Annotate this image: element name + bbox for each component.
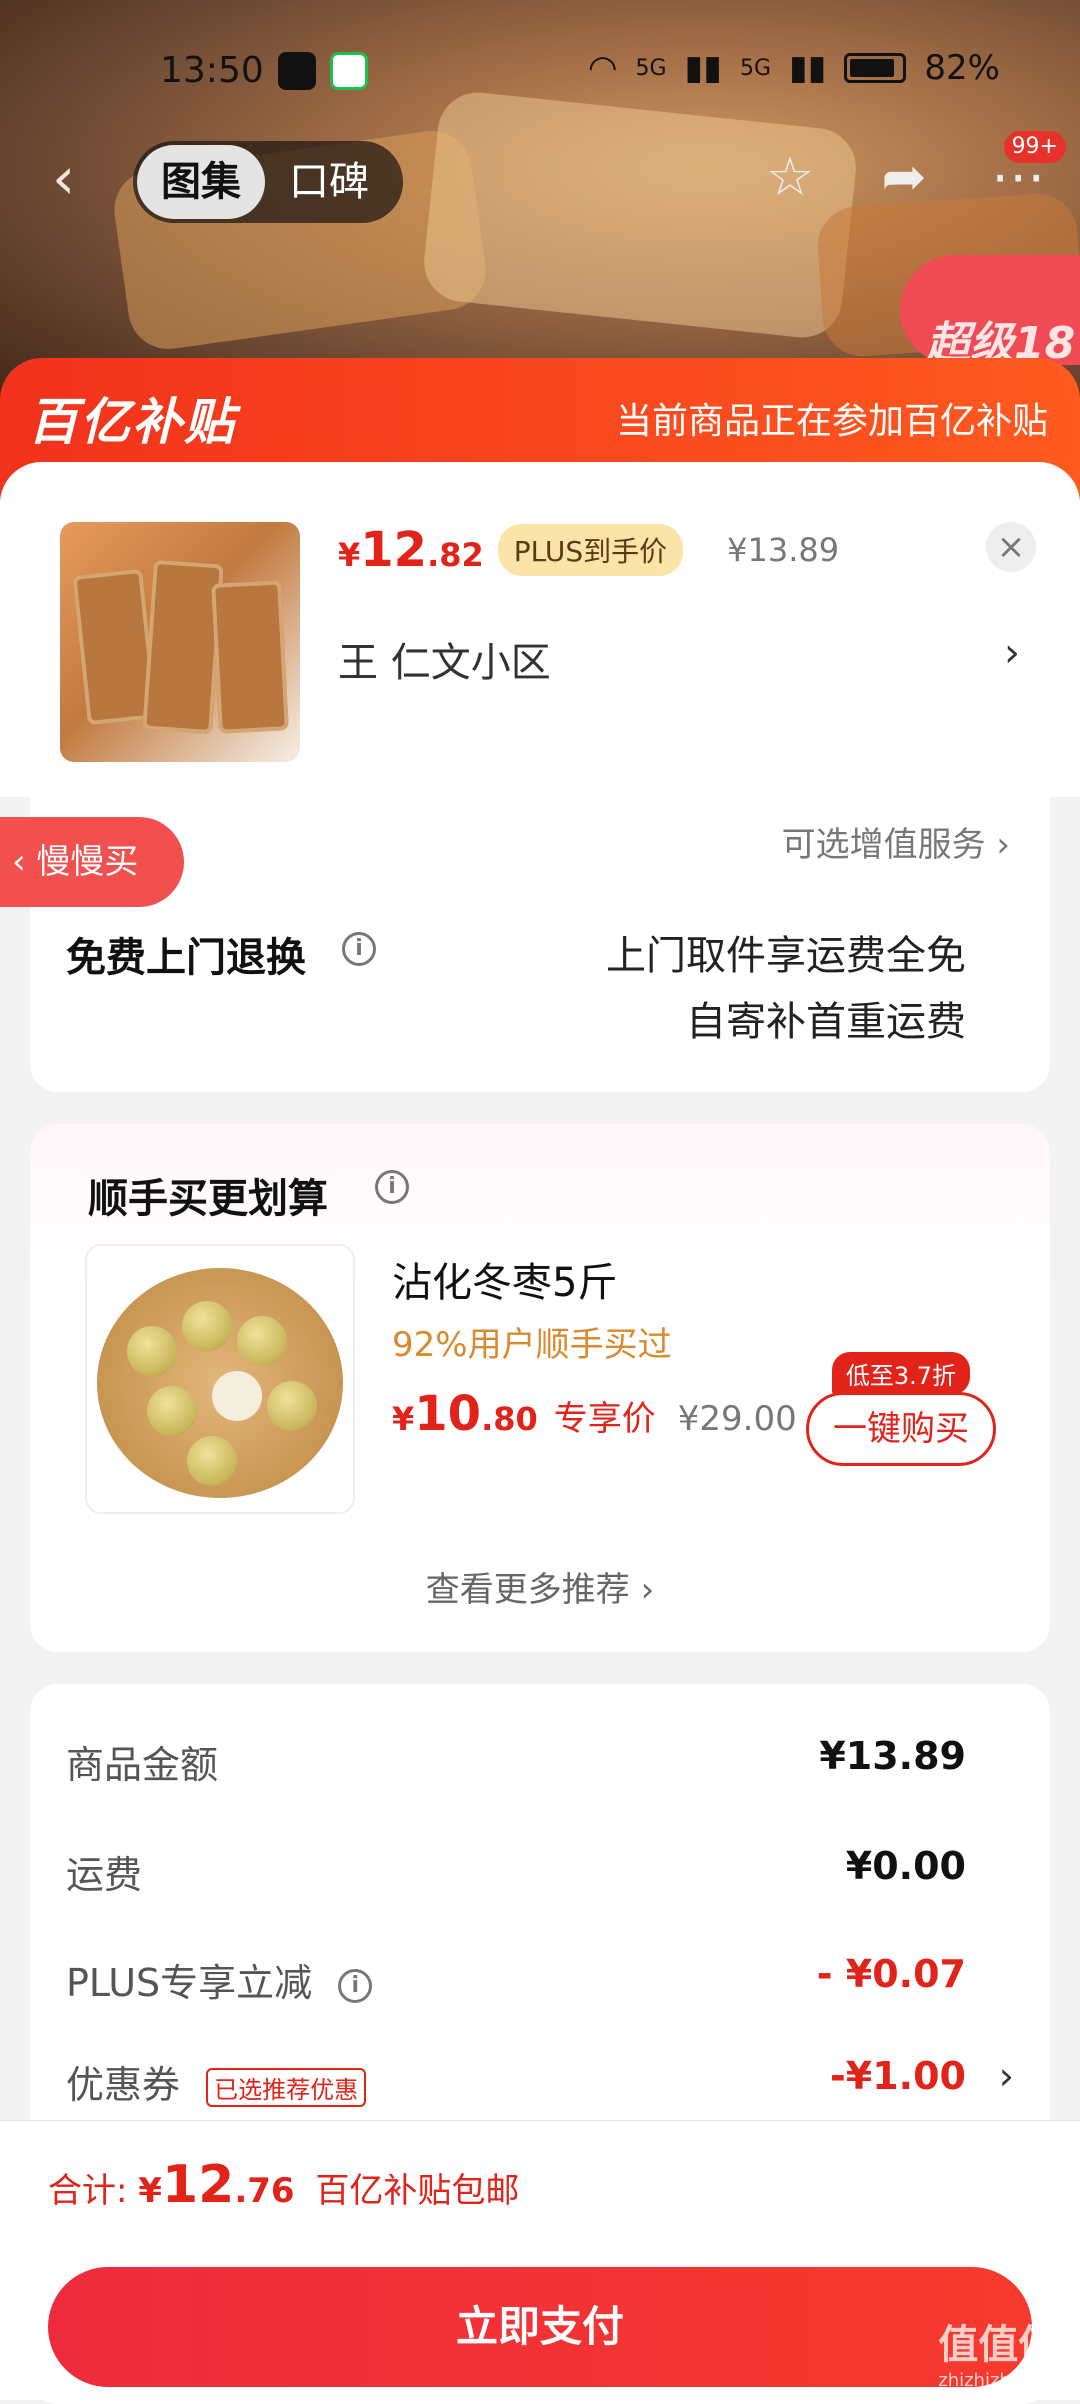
close-icon[interactable]: × — [986, 522, 1036, 572]
coupon-tag: 已选推荐优惠 — [206, 2068, 367, 2107]
original-price: ¥13.89 — [727, 531, 840, 569]
checkout-footer: 合计: ¥12.76 百亿补贴包邮 立即支付 — [0, 2120, 1080, 2400]
order-total: 合计: ¥12.76 百亿补贴包邮 — [48, 2155, 520, 2215]
status-time: 13:50 — [160, 50, 264, 91]
battery-icon — [844, 53, 907, 83]
more-icon[interactable]: ⋯ 99+ — [986, 131, 1066, 209]
summary-row-goods: 商品金额 ¥13.89 — [66, 1734, 1014, 1789]
nav-actions: ☆ ➦ ⋯ 99+ — [758, 131, 1066, 209]
tab-gallery[interactable]: 图集 — [137, 145, 265, 219]
recommend-price-row: ¥10.80 专享价 ¥29.00 — [392, 1386, 797, 1442]
tab-reviews[interactable]: 口碑 — [265, 145, 393, 219]
info-icon[interactable]: i — [338, 1968, 373, 2003]
tiktok-app-icon — [278, 52, 316, 90]
one-click-buy-button[interactable]: 一键购买 — [806, 1392, 996, 1466]
subsidy-logo: 百亿补贴 — [28, 393, 236, 451]
service-desc-line1: 上门取件享运费全免 — [606, 933, 966, 979]
exclusive-price-label: 专享价 — [553, 1399, 656, 1439]
jujube — [212, 1371, 262, 1421]
info-icon[interactable]: i — [342, 932, 376, 966]
checkout-sheet: ¥12.82 PLUS到手价 ¥13.89 × 王 仁文小区 › 服务 可选增值… — [0, 462, 1080, 2404]
signal-icon-2: 5G — [739, 55, 771, 81]
product-image — [60, 522, 300, 762]
service-desc-line2: 自寄补首重运费 — [686, 999, 966, 1045]
signal-bars-icon: ▮▮ — [684, 48, 722, 88]
plus-price-tag: PLUS到手价 — [497, 524, 684, 576]
wifi-icon: ◠ — [587, 48, 618, 88]
slow-buy-button[interactable]: ‹ 慢慢买 — [0, 817, 184, 907]
summary-label: 优惠券 — [66, 2063, 181, 2107]
product-card: ¥12.82 PLUS到手价 ¥13.89 × 王 仁文小区 › — [0, 462, 1080, 797]
jujube — [237, 1316, 287, 1366]
summary-value: ¥0.00 — [845, 1844, 966, 1888]
top-nav: ‹ 图集 口碑 ☆ ➦ ⋯ 99+ — [0, 131, 1080, 225]
nut-bar — [142, 559, 224, 735]
recommend-card: 顺手买更划算 i 沾化冬枣5斤 92%用户顺手买过 ¥10.80 专享价 ¥29… — [30, 1124, 1050, 1652]
status-bar: 13:50 ◠ 5G ▮▮ 5G ▮▮ 82% — [0, 40, 1080, 100]
info-icon[interactable]: i — [375, 1170, 409, 1204]
total-label: 合计: — [48, 2171, 128, 2211]
jujube — [127, 1326, 177, 1376]
free-return-service: 免费上门退换 — [66, 935, 306, 981]
product-price: ¥12.82 — [338, 522, 484, 578]
nut-bar — [211, 580, 289, 734]
chevron-right-icon[interactable]: › — [999, 2054, 1014, 2098]
delivery-address[interactable]: 王 仁文小区 — [338, 630, 551, 688]
recommend-product-sub: 92%用户顺手买过 — [392, 1325, 672, 1365]
address-arrow-icon[interactable]: › — [1004, 630, 1020, 676]
status-right: ◠ 5G ▮▮ 5G ▮▮ 82% — [588, 48, 1000, 88]
product-price-row: ¥12.82 PLUS到手价 ¥13.89 — [338, 522, 839, 578]
summary-label: 运费 — [66, 1853, 143, 1897]
jujube — [147, 1386, 197, 1436]
summary-value: -¥1.00 — [830, 2054, 966, 2098]
total-note: 百亿补贴包邮 — [315, 2171, 520, 2211]
signal-icon-1: 5G — [635, 55, 667, 81]
back-icon[interactable]: ‹ — [52, 149, 102, 207]
summary-label: PLUS专享立减 — [66, 1961, 313, 2005]
gallery-review-switch: 图集 口碑 — [133, 141, 403, 223]
more-recommendations-link[interactable]: 查看更多推荐 › — [30, 1562, 1050, 1611]
summary-row-shipping: 运费 ¥0.00 — [66, 1844, 1014, 1899]
summary-value: - ¥0.07 — [816, 1952, 966, 1996]
recommend-product-image[interactable] — [85, 1244, 355, 1514]
summary-label: 商品金额 — [66, 1743, 219, 1787]
star-icon[interactable]: ☆ — [758, 145, 822, 209]
value-added-services-link[interactable]: 可选增值服务 › — [782, 817, 1010, 866]
service-card: 服务 可选增值服务 › 免费上门退换 i 上门取件享运费全免 自寄补首重运费 — [30, 797, 1050, 1092]
super-tag: 超级18 — [900, 255, 1080, 369]
recommend-title: 顺手买更划算 — [88, 1176, 328, 1222]
jujube — [182, 1301, 232, 1351]
signal-bars-icon: ▮▮ — [789, 48, 827, 88]
subsidy-text: 当前商品正在参加百亿补贴 — [615, 401, 1048, 442]
summary-row-plus: PLUS专享立减 i - ¥0.07 — [66, 1952, 1014, 2007]
watermark: 值值值 zhizhizhi.com — [938, 2322, 1060, 2391]
recommend-original-price: ¥29.00 — [677, 1399, 797, 1439]
recommend-price: ¥10.80 — [392, 1386, 538, 1442]
pay-now-button[interactable]: 立即支付 — [48, 2267, 1032, 2387]
summary-row-coupon[interactable]: 优惠券 已选推荐优惠 -¥1.00 › — [66, 2054, 1014, 2109]
share-icon[interactable]: ➦ — [872, 145, 936, 209]
jujube — [267, 1381, 317, 1431]
jujube — [187, 1436, 237, 1486]
battery-percent: 82% — [924, 48, 1000, 88]
messaging-app-icon — [330, 52, 368, 90]
message-badge: 99+ — [1003, 131, 1066, 163]
recommend-product-name[interactable]: 沾化冬枣5斤 — [392, 1250, 617, 1308]
summary-value: ¥13.89 — [819, 1734, 966, 1778]
discount-tag: 低至3.7折 — [831, 1352, 970, 1395]
